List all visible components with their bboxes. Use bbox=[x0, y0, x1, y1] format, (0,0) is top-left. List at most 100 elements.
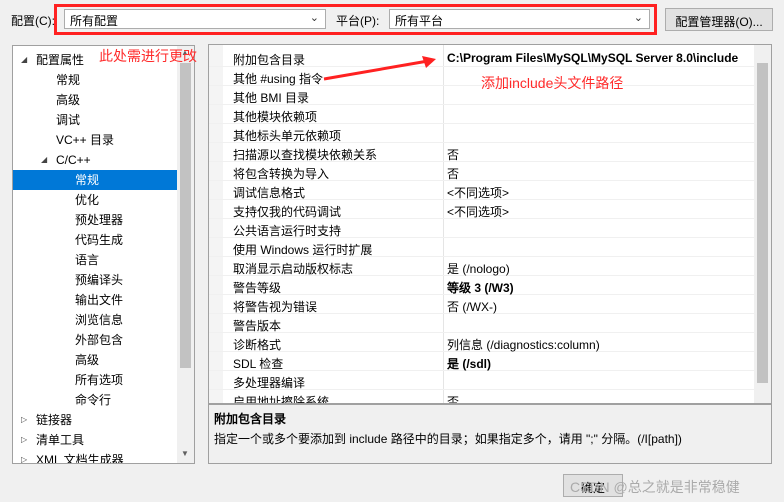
tree-item-label: 预处理器 bbox=[75, 213, 124, 227]
property-row[interactable]: 使用 Windows 运行时扩展 bbox=[209, 238, 754, 257]
grid-scrollbar[interactable] bbox=[754, 45, 771, 403]
tree-item[interactable]: ▷ XML 文档生成器 bbox=[13, 450, 179, 464]
property-row[interactable]: 公共语言运行时支持 bbox=[209, 219, 754, 238]
include-path-note: 添加include头文件路径 bbox=[481, 75, 624, 91]
property-name: 将警告视为错误 bbox=[233, 300, 318, 314]
property-value[interactable]: 等级 3 (/W3) bbox=[447, 279, 514, 296]
property-row[interactable]: 其他标头单元依赖项 bbox=[209, 124, 754, 143]
tree-item-label: 输出文件 bbox=[75, 293, 124, 307]
property-value[interactable]: 否 (/WX-) bbox=[447, 298, 497, 315]
tree-item-label: 清单工具 bbox=[36, 433, 85, 447]
tree-item[interactable]: 高级 bbox=[13, 90, 179, 110]
property-row[interactable]: 支持仅我的代码调试 <不同选项> bbox=[209, 200, 754, 219]
property-tree: ◢ 配置属性 常规 高级 调试 VC++ 目录 ◢ C/C++ 常规 优化 预处理器 代码生成 语言 预编… bbox=[12, 45, 195, 464]
property-row[interactable]: 附加包含目录 C:\Program Files\MySQL\MySQL Serve… bbox=[209, 48, 754, 67]
description-title: 附加包含目录 bbox=[214, 412, 287, 426]
tree-item-label: 语言 bbox=[75, 253, 100, 267]
tree-scrollbar[interactable]: ▲ ▼ bbox=[177, 46, 194, 463]
tree-item[interactable]: ▷ 链接器 bbox=[13, 410, 179, 430]
property-value[interactable]: C:\Program Files\MySQL\MySQL Server 8.0\… bbox=[447, 51, 738, 65]
property-row[interactable]: SDL 检查 是 (/sdl) bbox=[209, 352, 754, 371]
property-name: 扫描源以查找模块依赖关系 bbox=[233, 148, 378, 162]
config-label: 配置(C): bbox=[11, 14, 55, 28]
tree-item-label: 高级 bbox=[56, 93, 81, 107]
tree-item-label: VC++ 目录 bbox=[56, 133, 115, 147]
property-row[interactable]: 其他模块依赖项 bbox=[209, 105, 754, 124]
collapsed-arrow-icon[interactable]: ▷ bbox=[21, 450, 27, 463]
tree-item-label: 浏览信息 bbox=[75, 313, 124, 327]
tree-item[interactable]: 语言 bbox=[13, 250, 179, 270]
tree-item-label: 配置属性 bbox=[36, 53, 85, 67]
property-name: 启用地址擦除系统 bbox=[233, 395, 330, 404]
collapsed-arrow-icon[interactable]: ▷ bbox=[21, 430, 27, 450]
property-value[interactable]: 是 (/nologo) bbox=[447, 260, 510, 277]
tree-item[interactable]: 常规 bbox=[13, 70, 179, 90]
property-name: 附加包含目录 bbox=[233, 53, 306, 67]
tree-item[interactable]: 优化 bbox=[13, 190, 179, 210]
property-value[interactable]: <不同选项> bbox=[447, 184, 509, 201]
property-row[interactable]: 警告等级 等级 3 (/W3) bbox=[209, 276, 754, 295]
property-value[interactable]: 是 (/sdl) bbox=[447, 355, 491, 372]
tree-item-label: 高级 bbox=[75, 353, 100, 367]
property-row[interactable]: 将警告视为错误 否 (/WX-) bbox=[209, 295, 754, 314]
property-value[interactable]: 列信息 (/diagnostics:column) bbox=[447, 336, 600, 353]
tree-item[interactable]: VC++ 目录 bbox=[13, 130, 179, 150]
property-name: 调试信息格式 bbox=[233, 186, 306, 200]
property-row[interactable]: 多处理器编译 bbox=[209, 371, 754, 390]
tree-item-label: XML 文档生成器 bbox=[36, 453, 124, 464]
tree-item[interactable]: 代码生成 bbox=[13, 230, 179, 250]
scroll-down-icon[interactable]: ▼ bbox=[181, 449, 189, 458]
property-name: 将包含转换为导入 bbox=[233, 167, 330, 181]
tree-item-label: 调试 bbox=[56, 113, 81, 127]
property-name: 其他模块依赖项 bbox=[233, 110, 318, 124]
tree-item[interactable]: ◢ C/C++ bbox=[13, 150, 179, 170]
config-manager-button[interactable]: 配置管理器(O)... bbox=[665, 8, 773, 31]
property-row[interactable]: 启用地址擦除系统 否 bbox=[209, 390, 754, 404]
tree-item[interactable]: 浏览信息 bbox=[13, 310, 179, 330]
tree-item-label: 代码生成 bbox=[75, 233, 124, 247]
collapsed-arrow-icon[interactable]: ▷ bbox=[21, 410, 27, 430]
tree-item-label: 命令行 bbox=[75, 393, 112, 407]
description-text: 指定一个或多个要添加到 include 路径中的目录；如果指定多个，请用 ";"… bbox=[214, 432, 682, 446]
property-row[interactable]: 调试信息格式 <不同选项> bbox=[209, 181, 754, 200]
tree-scroll-thumb[interactable] bbox=[180, 63, 191, 368]
property-row[interactable]: 将包含转换为导入 否 bbox=[209, 162, 754, 181]
property-value[interactable]: 否 bbox=[447, 393, 459, 403]
property-row[interactable]: 扫描源以查找模块依赖关系 否 bbox=[209, 143, 754, 162]
highlight-box bbox=[54, 4, 657, 35]
tree-item[interactable]: 外部包含 bbox=[13, 330, 179, 350]
property-row[interactable]: 取消显示启动版权标志 是 (/nologo) bbox=[209, 257, 754, 276]
tree-item[interactable]: 调试 bbox=[13, 110, 179, 130]
property-name: 警告版本 bbox=[233, 319, 282, 333]
tree-item-label: 常规 bbox=[56, 73, 81, 87]
property-name: 其他 #using 指令 bbox=[233, 72, 324, 86]
property-row[interactable]: 警告版本 bbox=[209, 314, 754, 333]
tree-item[interactable]: ▷ 清单工具 bbox=[13, 430, 179, 450]
expanded-arrow-icon[interactable]: ◢ bbox=[41, 150, 47, 170]
tree-item[interactable]: 预编译头 bbox=[13, 270, 179, 290]
tree-item-label: 预编译头 bbox=[75, 273, 124, 287]
tree-item[interactable]: 常规 bbox=[13, 170, 179, 190]
tree-item-label: 常规 bbox=[75, 173, 100, 187]
tree-item-label: 优化 bbox=[75, 193, 100, 207]
tree-item[interactable]: 所有选项 bbox=[13, 370, 179, 390]
property-name: 支持仅我的代码调试 bbox=[233, 205, 342, 219]
property-value[interactable]: 否 bbox=[447, 165, 459, 182]
property-value[interactable]: 否 bbox=[447, 146, 459, 163]
property-name: 多处理器编译 bbox=[233, 376, 306, 390]
tree-item[interactable]: 预处理器 bbox=[13, 210, 179, 230]
tree-item-label: 链接器 bbox=[36, 413, 73, 427]
property-grid: 附加包含目录 C:\Program Files\MySQL\MySQL Serve… bbox=[208, 44, 772, 404]
property-name: 公共语言运行时支持 bbox=[233, 224, 342, 238]
property-name: 取消显示启动版权标志 bbox=[233, 262, 354, 276]
property-name: SDL 检查 bbox=[233, 357, 284, 371]
tree-item[interactable]: 高级 bbox=[13, 350, 179, 370]
tree-item[interactable]: 输出文件 bbox=[13, 290, 179, 310]
tree-item[interactable]: 命令行 bbox=[13, 390, 179, 410]
property-name: 其他 BMI 目录 bbox=[233, 91, 310, 105]
property-value[interactable]: <不同选项> bbox=[447, 203, 509, 220]
expanded-arrow-icon[interactable]: ◢ bbox=[21, 50, 27, 70]
grid-scroll-thumb[interactable] bbox=[757, 63, 768, 383]
property-row[interactable]: 诊断格式 列信息 (/diagnostics:column) bbox=[209, 333, 754, 352]
property-name: 其他标头单元依赖项 bbox=[233, 129, 342, 143]
